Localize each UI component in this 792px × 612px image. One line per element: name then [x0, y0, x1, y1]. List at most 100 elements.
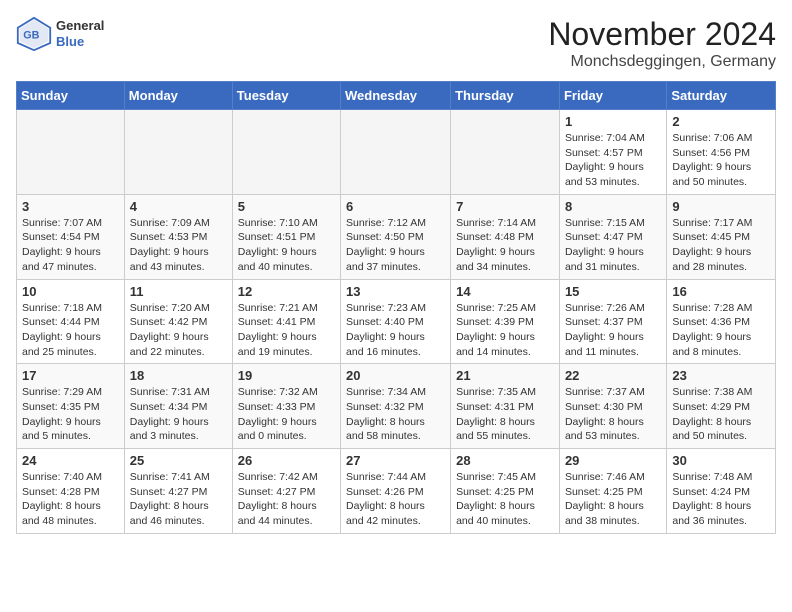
day-header-friday: Friday — [559, 82, 666, 110]
day-detail: Sunrise: 7:21 AM Sunset: 4:41 PM Dayligh… — [238, 301, 335, 360]
day-number: 2 — [672, 114, 770, 129]
day-detail: Sunrise: 7:40 AM Sunset: 4:28 PM Dayligh… — [22, 470, 119, 529]
calendar-cell — [341, 110, 451, 195]
svg-text:GB: GB — [23, 30, 39, 42]
day-header-thursday: Thursday — [451, 82, 560, 110]
day-number: 26 — [238, 453, 335, 468]
day-header-saturday: Saturday — [667, 82, 776, 110]
day-number: 29 — [565, 453, 661, 468]
day-detail: Sunrise: 7:29 AM Sunset: 4:35 PM Dayligh… — [22, 385, 119, 444]
day-number: 17 — [22, 368, 119, 383]
day-number: 5 — [238, 199, 335, 214]
calendar-cell: 15Sunrise: 7:26 AM Sunset: 4:37 PM Dayli… — [559, 279, 666, 364]
month-title: November 2024 — [548, 16, 776, 53]
calendar-cell: 27Sunrise: 7:44 AM Sunset: 4:26 PM Dayli… — [341, 449, 451, 534]
day-detail: Sunrise: 7:45 AM Sunset: 4:25 PM Dayligh… — [456, 470, 554, 529]
day-detail: Sunrise: 7:38 AM Sunset: 4:29 PM Dayligh… — [672, 385, 770, 444]
day-detail: Sunrise: 7:10 AM Sunset: 4:51 PM Dayligh… — [238, 216, 335, 275]
location-title: Monchsdeggingen, Germany — [548, 53, 776, 71]
calendar-cell: 4Sunrise: 7:09 AM Sunset: 4:53 PM Daylig… — [124, 194, 232, 279]
day-detail: Sunrise: 7:32 AM Sunset: 4:33 PM Dayligh… — [238, 385, 335, 444]
day-detail: Sunrise: 7:07 AM Sunset: 4:54 PM Dayligh… — [22, 216, 119, 275]
calendar-cell: 6Sunrise: 7:12 AM Sunset: 4:50 PM Daylig… — [341, 194, 451, 279]
day-number: 4 — [130, 199, 227, 214]
day-number: 15 — [565, 284, 661, 299]
calendar-cell: 7 Sunrise: 7:14 AM Sunset: 4:48 PM Daylig… — [451, 194, 560, 279]
calendar-cell — [232, 110, 340, 195]
calendar-cell: 19 Sunrise: 7:32 AM Sunset: 4:33 PM Dayli… — [232, 364, 340, 449]
calendar-cell: 21Sunrise: 7:35 AM Sunset: 4:31 PM Dayli… — [451, 364, 560, 449]
day-detail: Sunrise: 7:34 AM Sunset: 4:32 PM Dayligh… — [346, 385, 445, 444]
day-number: 24 — [22, 453, 119, 468]
calendar-week-row: 1 Sunrise: 7:04 AM Sunset: 4:57 PM Daylig… — [17, 110, 776, 195]
day-number: 19 — [238, 368, 335, 383]
day-detail: Sunrise: 7:37 AM Sunset: 4:30 PM Dayligh… — [565, 385, 661, 444]
day-number: 22 — [565, 368, 661, 383]
day-detail: Sunrise: 7:42 AM Sunset: 4:27 PM Dayligh… — [238, 470, 335, 529]
day-detail: Sunrise: 7:35 AM Sunset: 4:31 PM Dayligh… — [456, 385, 554, 444]
calendar-week-row: 10 Sunrise: 7:18 AM Sunset: 4:44 PM Dayli… — [17, 279, 776, 364]
calendar-cell: 17 Sunrise: 7:29 AM Sunset: 4:35 PM Dayli… — [17, 364, 125, 449]
day-detail: Sunrise: 7:20 AM Sunset: 4:42 PM Dayligh… — [130, 301, 227, 360]
day-detail: Sunrise: 7:46 AM Sunset: 4:25 PM Dayligh… — [565, 470, 661, 529]
calendar-week-row: 24 Sunrise: 7:40 AM Sunset: 4:28 PM Dayli… — [17, 449, 776, 534]
logo: GB General Blue — [16, 16, 104, 52]
day-detail: Sunrise: 7:31 AM Sunset: 4:34 PM Dayligh… — [130, 385, 227, 444]
day-number: 20 — [346, 368, 445, 383]
day-header-tuesday: Tuesday — [232, 82, 340, 110]
day-number: 1 — [565, 114, 661, 129]
day-number: 9 — [672, 199, 770, 214]
calendar-cell: 3 Sunrise: 7:07 AM Sunset: 4:54 PM Daylig… — [17, 194, 125, 279]
calendar-cell: 10 Sunrise: 7:18 AM Sunset: 4:44 PM Dayli… — [17, 279, 125, 364]
calendar-cell: 24 Sunrise: 7:40 AM Sunset: 4:28 PM Dayli… — [17, 449, 125, 534]
logo-icon: GB — [16, 16, 52, 52]
calendar-cell: 14Sunrise: 7:25 AM Sunset: 4:39 PM Dayli… — [451, 279, 560, 364]
day-detail: Sunrise: 7:25 AM Sunset: 4:39 PM Dayligh… — [456, 301, 554, 360]
calendar-cell: 20 Sunrise: 7:34 AM Sunset: 4:32 PM Dayli… — [341, 364, 451, 449]
day-detail: Sunrise: 7:48 AM Sunset: 4:24 PM Dayligh… — [672, 470, 770, 529]
day-header-monday: Monday — [124, 82, 232, 110]
calendar-cell: 18 Sunrise: 7:31 AM Sunset: 4:34 PM Dayli… — [124, 364, 232, 449]
day-number: 12 — [238, 284, 335, 299]
calendar-cell: 25 Sunrise: 7:41 AM Sunset: 4:27 PM Dayli… — [124, 449, 232, 534]
calendar-cell: 2 Sunrise: 7:06 AM Sunset: 4:56 PM Daylig… — [667, 110, 776, 195]
logo-text: General Blue — [56, 18, 104, 49]
calendar-header-row: SundayMondayTuesdayWednesdayThursdayFrid… — [17, 82, 776, 110]
calendar-cell: 11Sunrise: 7:20 AM Sunset: 4:42 PM Dayli… — [124, 279, 232, 364]
day-number: 28 — [456, 453, 554, 468]
day-number: 3 — [22, 199, 119, 214]
day-number: 7 — [456, 199, 554, 214]
calendar-cell: 16Sunrise: 7:28 AM Sunset: 4:36 PM Dayli… — [667, 279, 776, 364]
calendar-cell: 22 Sunrise: 7:37 AM Sunset: 4:30 PM Dayli… — [559, 364, 666, 449]
day-number: 6 — [346, 199, 445, 214]
calendar-cell: 8Sunrise: 7:15 AM Sunset: 4:47 PM Daylig… — [559, 194, 666, 279]
day-number: 18 — [130, 368, 227, 383]
calendar-cell: 28 Sunrise: 7:45 AM Sunset: 4:25 PM Dayli… — [451, 449, 560, 534]
logo-blue: Blue — [56, 34, 104, 50]
calendar-week-row: 3 Sunrise: 7:07 AM Sunset: 4:54 PM Daylig… — [17, 194, 776, 279]
day-header-sunday: Sunday — [17, 82, 125, 110]
day-number: 27 — [346, 453, 445, 468]
day-detail: Sunrise: 7:14 AM Sunset: 4:48 PM Dayligh… — [456, 216, 554, 275]
day-number: 30 — [672, 453, 770, 468]
day-number: 13 — [346, 284, 445, 299]
day-detail: Sunrise: 7:28 AM Sunset: 4:36 PM Dayligh… — [672, 301, 770, 360]
calendar-cell — [17, 110, 125, 195]
header: GB General Blue November 2024 Monchsdegg… — [16, 16, 776, 71]
calendar-cell: 13Sunrise: 7:23 AM Sunset: 4:40 PM Dayli… — [341, 279, 451, 364]
day-header-wednesday: Wednesday — [341, 82, 451, 110]
day-detail: Sunrise: 7:18 AM Sunset: 4:44 PM Dayligh… — [22, 301, 119, 360]
calendar-cell — [124, 110, 232, 195]
day-detail: Sunrise: 7:06 AM Sunset: 4:56 PM Dayligh… — [672, 131, 770, 190]
calendar-cell: 26 Sunrise: 7:42 AM Sunset: 4:27 PM Dayli… — [232, 449, 340, 534]
day-detail: Sunrise: 7:15 AM Sunset: 4:47 PM Dayligh… — [565, 216, 661, 275]
day-detail: Sunrise: 7:04 AM Sunset: 4:57 PM Dayligh… — [565, 131, 661, 190]
day-detail: Sunrise: 7:17 AM Sunset: 4:45 PM Dayligh… — [672, 216, 770, 275]
day-number: 10 — [22, 284, 119, 299]
day-detail: Sunrise: 7:41 AM Sunset: 4:27 PM Dayligh… — [130, 470, 227, 529]
calendar-cell: 30 Sunrise: 7:48 AM Sunset: 4:24 PM Dayli… — [667, 449, 776, 534]
title-block: November 2024 Monchsdeggingen, Germany — [548, 16, 776, 71]
day-number: 25 — [130, 453, 227, 468]
calendar: SundayMondayTuesdayWednesdayThursdayFrid… — [16, 81, 776, 534]
logo-general: General — [56, 18, 104, 34]
